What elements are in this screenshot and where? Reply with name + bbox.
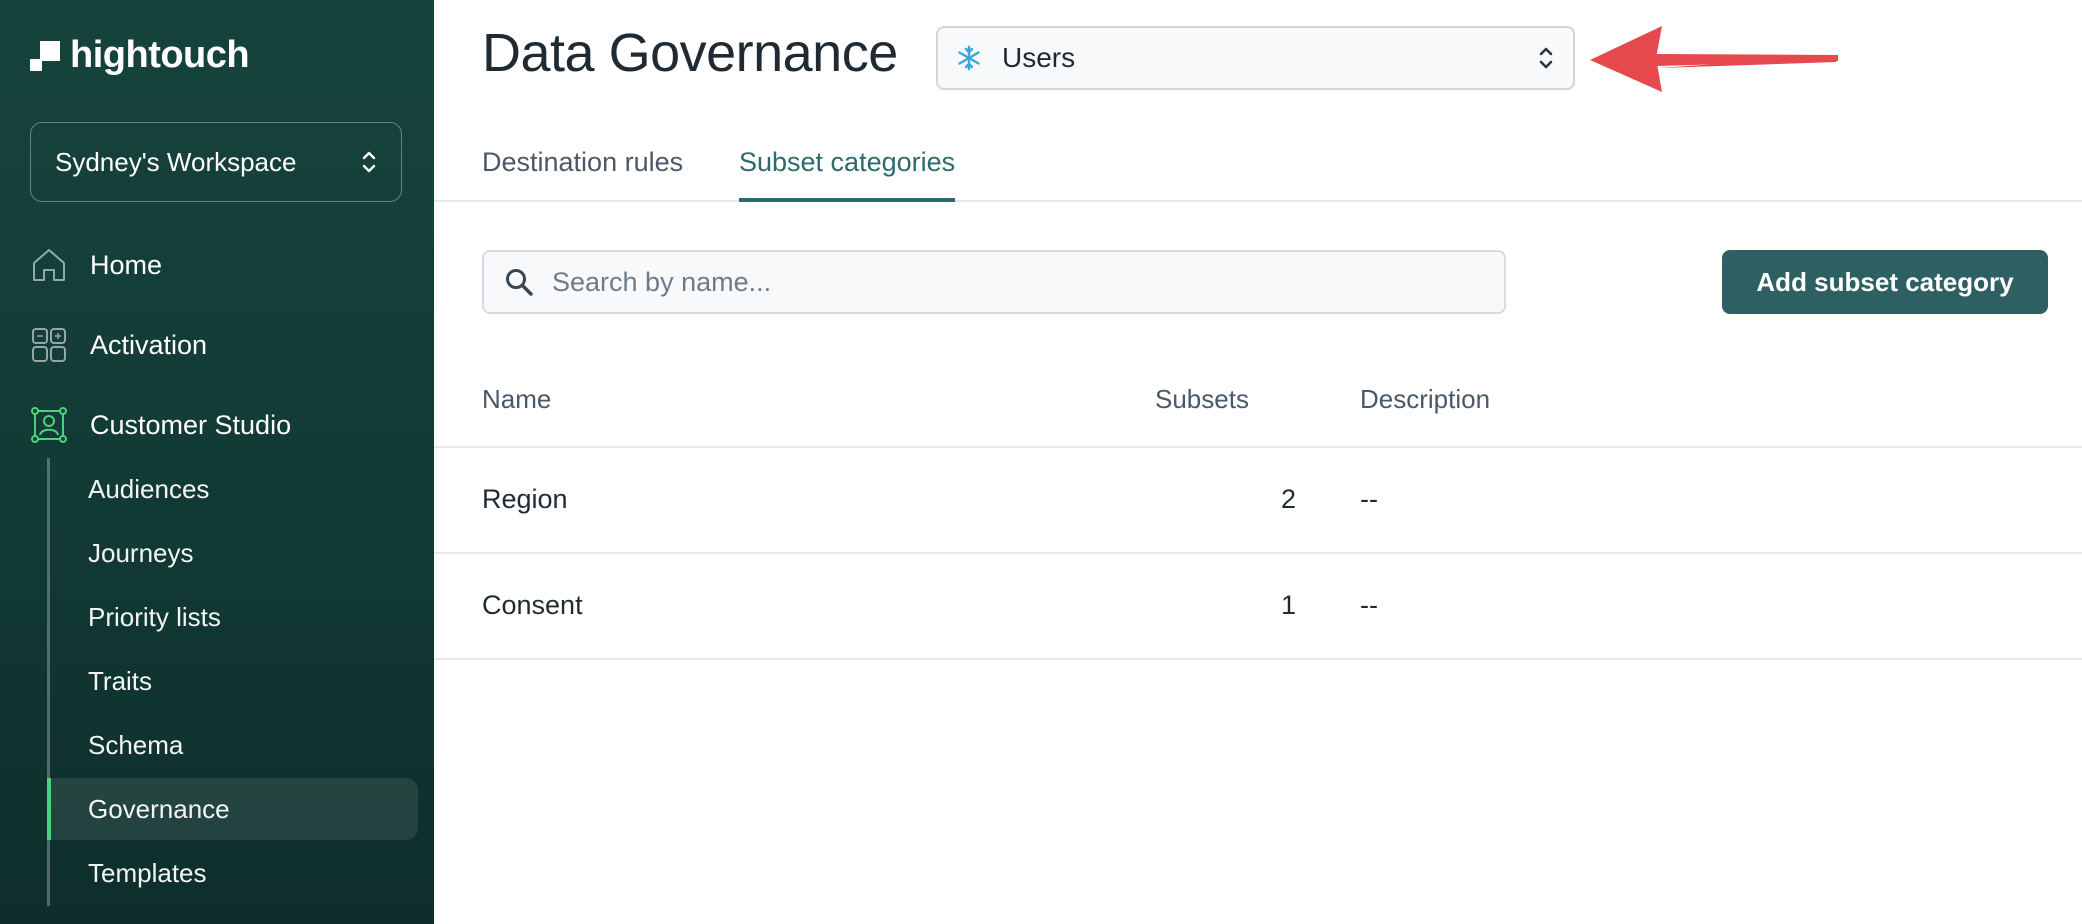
- model-select-value: Users: [1002, 42, 1076, 73]
- tabs-bar: Destination rules Subset categories: [434, 140, 2082, 202]
- chevron-updown-icon: [362, 151, 376, 173]
- row-subsets: 1: [1280, 590, 1296, 620]
- subset-categories-table: Name Subsets Description Region 2 -- Con…: [434, 362, 2082, 660]
- chevron-updown-icon: [1539, 47, 1553, 69]
- subnav-item-journeys[interactable]: Journeys: [48, 522, 418, 584]
- home-icon: [33, 249, 65, 281]
- person-frame-icon: [31, 407, 67, 443]
- tab-destination-rules[interactable]: Destination rules: [482, 140, 683, 202]
- model-select[interactable]: Users: [936, 26, 1575, 90]
- nav-item-home[interactable]: Home: [30, 237, 410, 293]
- subnav-item-governance[interactable]: Governance: [47, 778, 418, 840]
- subnav-item-traits[interactable]: Traits: [48, 650, 418, 712]
- add-subset-category-button[interactable]: Add subset category: [1722, 250, 2048, 314]
- grid-icon: [32, 328, 66, 362]
- workspace-switcher[interactable]: Sydney's Workspace: [30, 122, 402, 202]
- nav-item-label: Activation: [90, 329, 208, 360]
- column-header-name[interactable]: Name: [482, 384, 551, 415]
- table-row[interactable]: Region 2 --: [434, 448, 2082, 554]
- brand-name: hightouch: [70, 34, 250, 76]
- row-description: --: [1360, 484, 1378, 514]
- table-header-row: Name Subsets Description: [434, 362, 2082, 448]
- sidebar: hightouch Sydney's Workspace Home Activa…: [0, 0, 434, 924]
- snowflake-icon: [958, 45, 980, 71]
- nav-item-activation[interactable]: Activation: [30, 317, 410, 373]
- table-row[interactable]: Consent 1 --: [434, 554, 2082, 660]
- nav-item-label: Home: [90, 249, 163, 280]
- hightouch-logo-icon: [30, 40, 60, 71]
- nav-item-label: Customer Studio: [90, 409, 292, 440]
- brand-logo[interactable]: hightouch: [30, 34, 250, 77]
- tab-subset-categories[interactable]: Subset categories: [739, 140, 956, 202]
- page-title: Data Governance: [482, 23, 898, 83]
- search-box: [482, 250, 1506, 314]
- row-name: Consent: [482, 590, 583, 620]
- column-header-subsets[interactable]: Subsets: [1155, 384, 1249, 415]
- row-description: --: [1360, 590, 1378, 620]
- subnav-item-schema[interactable]: Schema: [48, 714, 418, 776]
- annotation-arrow-icon: [1590, 26, 1838, 92]
- search-icon: [506, 269, 533, 296]
- nav-item-customer-studio[interactable]: Customer Studio: [30, 397, 410, 453]
- row-name: Region: [482, 484, 568, 514]
- workspace-label: Sydney's Workspace: [55, 146, 297, 177]
- subnav-item-priority-lists[interactable]: Priority lists: [48, 586, 418, 648]
- subnav-item-audiences[interactable]: Audiences: [48, 458, 418, 520]
- subnav-item-templates[interactable]: Templates: [48, 842, 418, 904]
- column-header-description[interactable]: Description: [1360, 384, 1490, 415]
- row-subsets: 2: [1280, 484, 1296, 514]
- search-input[interactable]: [552, 266, 1484, 298]
